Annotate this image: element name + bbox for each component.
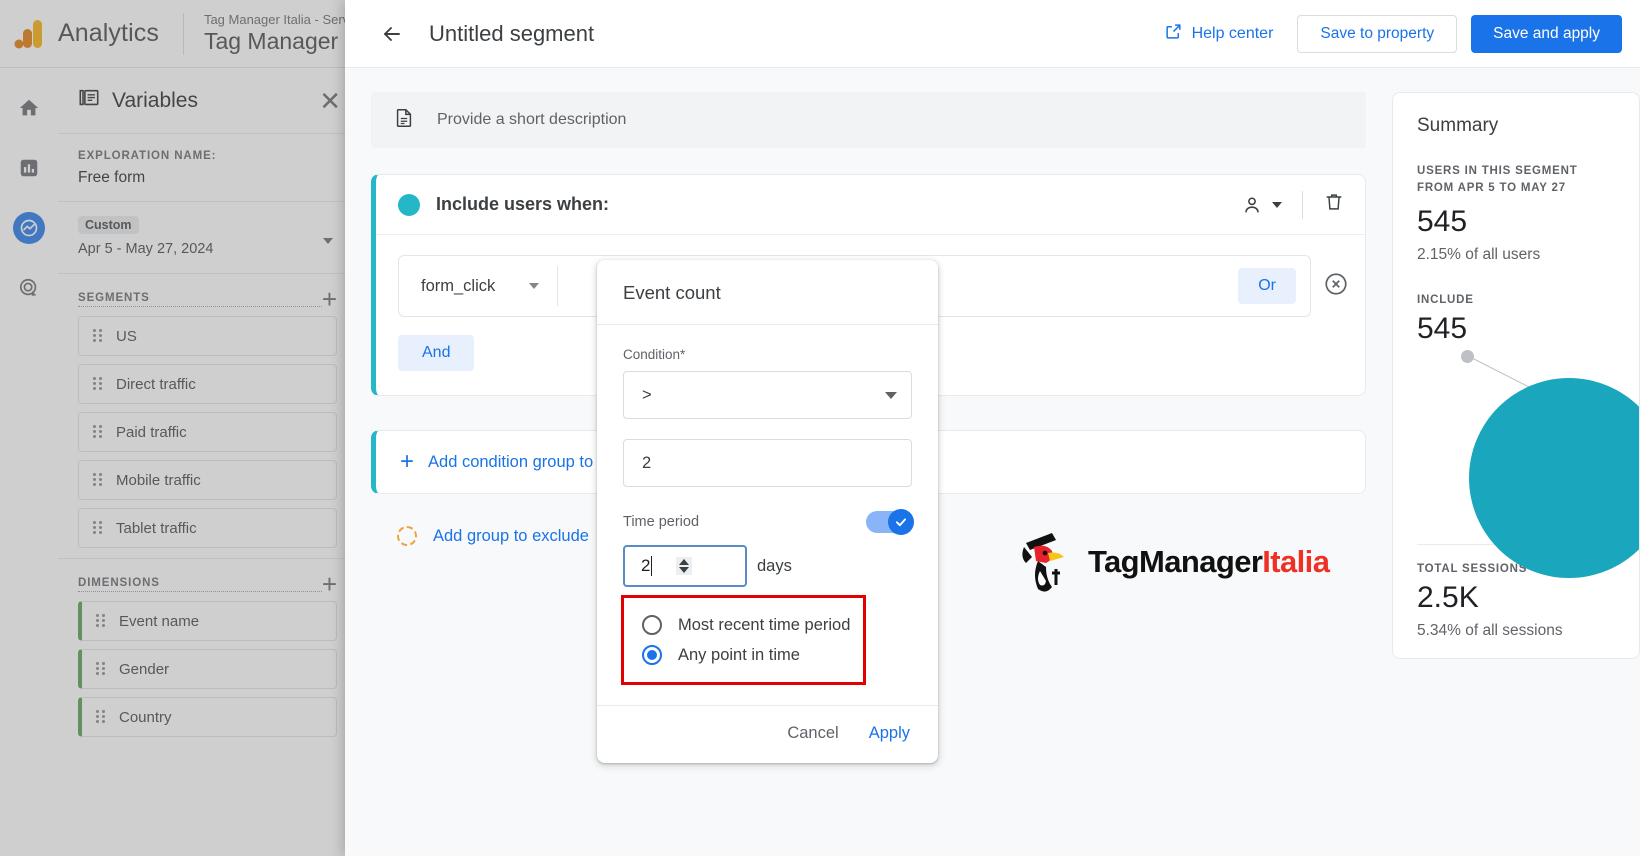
include-value: 545	[1417, 312, 1468, 345]
time-period-radio-group: Most recent time period Any point in tim…	[621, 595, 866, 685]
time-period-row: Time period	[623, 509, 914, 535]
sessions-percent-label: 5.34% of all sessions	[1417, 622, 1563, 639]
toggle-knob	[888, 509, 914, 535]
description-field[interactable]: Provide a short description	[371, 92, 1366, 148]
venn-circle	[1469, 378, 1639, 578]
segment-builder: Untitled segment Help center Save to pro…	[345, 0, 1640, 856]
or-button[interactable]: Or	[1238, 268, 1296, 304]
days-value: 2	[641, 556, 653, 576]
include-label: INCLUDE	[1417, 294, 1474, 306]
segment-builder-body: Provide a short description Include user…	[345, 68, 1640, 856]
watermark-text-black: TagManager	[1088, 544, 1263, 579]
users-in-segment-value: 545	[1417, 205, 1468, 238]
page-title[interactable]: Untitled segment	[429, 21, 1164, 47]
radio-label: Most recent time period	[678, 615, 851, 634]
woodpecker-logo-icon	[1022, 533, 1064, 592]
stepper-up-icon[interactable]	[679, 559, 690, 565]
help-center-label: Help center	[1191, 24, 1274, 42]
description-icon	[393, 106, 415, 135]
save-and-apply-button[interactable]: Save and apply	[1471, 14, 1622, 53]
event-count-dialog-footer: Cancel Apply	[597, 705, 938, 763]
count-value-text: 2	[642, 453, 652, 472]
external-link-icon	[1164, 22, 1183, 46]
close-circle-icon[interactable]	[1323, 271, 1349, 302]
apply-button[interactable]: Apply	[869, 724, 910, 743]
users-label-line1: USERS IN THIS SEGMENT	[1417, 165, 1578, 177]
users-label-line2: FROM APR 5 TO MAY 27	[1417, 182, 1566, 194]
days-unit-label: days	[757, 556, 792, 575]
summary-card: Summary USERS IN THIS SEGMENT FROM APR 5…	[1392, 92, 1640, 659]
condition-select-value: >	[642, 385, 652, 404]
event-count-dialog-header: Event count	[597, 260, 938, 325]
segment-color-dot	[398, 193, 420, 216]
time-period-toggle[interactable]	[866, 509, 914, 535]
event-count-dialog: Event count Condition* > 2 Time period 2…	[597, 260, 938, 763]
trash-icon[interactable]	[1317, 185, 1351, 224]
radio-label: Any point in time	[678, 645, 800, 664]
stepper-arrows-icon[interactable]	[676, 557, 693, 575]
condition-card-header: Include users when:	[376, 175, 1365, 235]
event-name-value: form_click	[421, 276, 496, 295]
stepper-down-icon[interactable]	[679, 567, 690, 573]
and-button[interactable]: And	[398, 335, 475, 371]
event-name-dropdown[interactable]: form_click	[399, 256, 557, 316]
radio-icon-selected	[642, 645, 662, 665]
summary-title: Summary	[1417, 115, 1499, 136]
add-group-to-exclude-label: Add group to exclude	[433, 526, 589, 545]
radio-icon	[642, 615, 662, 635]
dashed-circle-icon	[397, 526, 417, 546]
cancel-button[interactable]: Cancel	[787, 724, 838, 743]
help-center-link[interactable]: Help center	[1164, 22, 1274, 46]
count-value-input[interactable]: 2	[623, 439, 912, 487]
plus-icon: +	[400, 448, 415, 475]
tagmanageritalia-watermark: TagManagerItalia	[1012, 527, 1330, 597]
header-divider	[1302, 190, 1303, 219]
back-arrow-icon[interactable]	[375, 17, 409, 51]
users-in-segment-label: USERS IN THIS SEGMENT FROM APR 5 TO MAY …	[1417, 163, 1639, 197]
days-row: 2 days	[623, 545, 912, 587]
chevron-down-icon	[1272, 201, 1282, 208]
save-to-property-button[interactable]: Save to property	[1297, 14, 1458, 53]
venn-callout-dot	[1461, 350, 1474, 363]
description-placeholder: Provide a short description	[437, 111, 627, 128]
summary-sidebar: Summary USERS IN THIS SEGMENT FROM APR 5…	[1392, 68, 1640, 856]
condition-select[interactable]: >	[623, 371, 912, 419]
watermark-text: TagManagerItalia	[1088, 544, 1330, 580]
users-percent-label: 2.15% of all users	[1417, 246, 1541, 263]
radio-any-point-in-time[interactable]: Any point in time	[634, 640, 853, 670]
chevron-down-icon	[885, 391, 897, 399]
filter-divider	[557, 266, 559, 306]
days-stepper[interactable]: 2	[623, 545, 747, 587]
event-count-dialog-title: Event count	[623, 282, 721, 303]
radio-most-recent-time-period[interactable]: Most recent time period	[634, 610, 853, 640]
condition-field-label: Condition*	[623, 347, 686, 362]
total-sessions-value: 2.5K	[1417, 581, 1479, 614]
watermark-text-red: Italia	[1262, 544, 1330, 579]
venn-diagram	[1417, 350, 1639, 578]
chevron-down-icon	[529, 283, 540, 289]
user-scope-icon[interactable]	[1235, 188, 1288, 222]
event-count-dialog-body: Condition* > 2 Time period 2 days Most r…	[597, 325, 938, 689]
time-period-label: Time period	[623, 514, 700, 530]
condition-card-title: Include users when:	[436, 194, 610, 214]
segment-builder-header: Untitled segment Help center Save to pro…	[345, 0, 1640, 68]
